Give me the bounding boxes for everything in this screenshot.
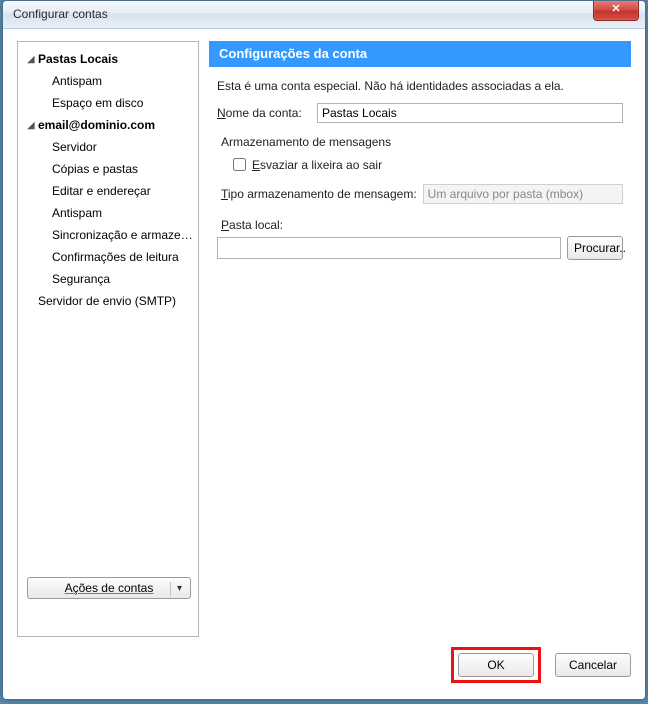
tree-item-label: Cópias e pastas: [52, 162, 138, 176]
account-name-input[interactable]: [317, 103, 623, 123]
tree-item-label: Antispam: [52, 74, 102, 88]
tree-item-label: Pastas Locais: [38, 52, 118, 66]
panel-description: Esta é uma conta especial. Não há identi…: [217, 79, 623, 93]
tree-item-smtp[interactable]: Servidor de envio (SMTP): [18, 290, 198, 312]
panel-header: Configurações da conta: [209, 41, 631, 67]
local-folder-input[interactable]: [217, 237, 561, 259]
close-icon: ✕: [611, 3, 620, 15]
dialog-window: Configurar contas ✕ ◢ Pastas Locais Anti…: [2, 0, 646, 700]
tree-item-label: Sincronização e armazena...: [52, 228, 198, 242]
tree-item-label: Espaço em disco: [52, 96, 143, 110]
browse-button[interactable]: Procurar..: [567, 236, 623, 260]
storage-type-field: [423, 184, 623, 204]
expand-icon[interactable]: ◢: [24, 54, 38, 65]
close-button[interactable]: ✕: [593, 1, 639, 21]
titlebar[interactable]: Configurar contas ✕: [3, 1, 645, 29]
expand-icon[interactable]: ◢: [24, 120, 38, 131]
accounts-tree: ◢ Pastas Locais Antispam Espaço em disco…: [17, 41, 199, 637]
storage-group-label: Armazenamento de mensagens: [221, 135, 623, 149]
tree-item-label: Servidor: [52, 140, 97, 154]
local-folder-label: Pasta local:: [221, 218, 623, 232]
tree-item-server[interactable]: Servidor: [18, 136, 198, 158]
tree-item-label: email@dominio.com: [38, 118, 155, 132]
ok-button[interactable]: OK: [458, 653, 534, 677]
tree-item-sync-storage[interactable]: Sincronização e armazena...: [18, 224, 198, 246]
account-name-label: Nome da conta:: [217, 106, 317, 120]
account-actions-button[interactable]: Ações de contas ▾: [27, 577, 191, 599]
cancel-button[interactable]: Cancelar: [555, 653, 631, 677]
tree-item-label: Confirmações de leitura: [52, 250, 179, 264]
tree-item-local-folders[interactable]: ◢ Pastas Locais: [18, 48, 198, 70]
storage-type-label: Tipo armazenamento de mensagem:: [221, 187, 417, 201]
empty-trash-label: Esvaziar a lixeira ao sair: [252, 158, 382, 172]
tree-item-label: Segurança: [52, 272, 110, 286]
account-actions-label: Ações de contas: [65, 581, 154, 595]
tree-item-label: Servidor de envio (SMTP): [38, 294, 176, 308]
settings-panel: Configurações da conta Esta é uma conta …: [209, 41, 631, 635]
tree-item-antispam[interactable]: Antispam: [18, 70, 198, 92]
tree-item-copies-folders[interactable]: Cópias e pastas: [18, 158, 198, 180]
tree-item-security[interactable]: Segurança: [18, 268, 198, 290]
tree-item-antispam-2[interactable]: Antispam: [18, 202, 198, 224]
tree-item-edit-address[interactable]: Editar e endereçar: [18, 180, 198, 202]
tree-item-read-receipts[interactable]: Confirmações de leitura: [18, 246, 198, 268]
ok-highlight: OK: [451, 647, 541, 683]
tree-item-label: Editar e endereçar: [52, 184, 151, 198]
tree-item-email-account[interactable]: ◢ email@dominio.com: [18, 114, 198, 136]
tree-item-disk-space[interactable]: Espaço em disco: [18, 92, 198, 114]
client-area: ◢ Pastas Locais Antispam Espaço em disco…: [11, 35, 637, 691]
empty-trash-checkbox[interactable]: [233, 158, 246, 171]
window-title: Configurar contas: [13, 7, 108, 21]
tree-item-label: Antispam: [52, 206, 102, 220]
dialog-footer: OK Cancelar: [451, 645, 631, 685]
dropdown-caret-icon: ▾: [170, 582, 182, 596]
